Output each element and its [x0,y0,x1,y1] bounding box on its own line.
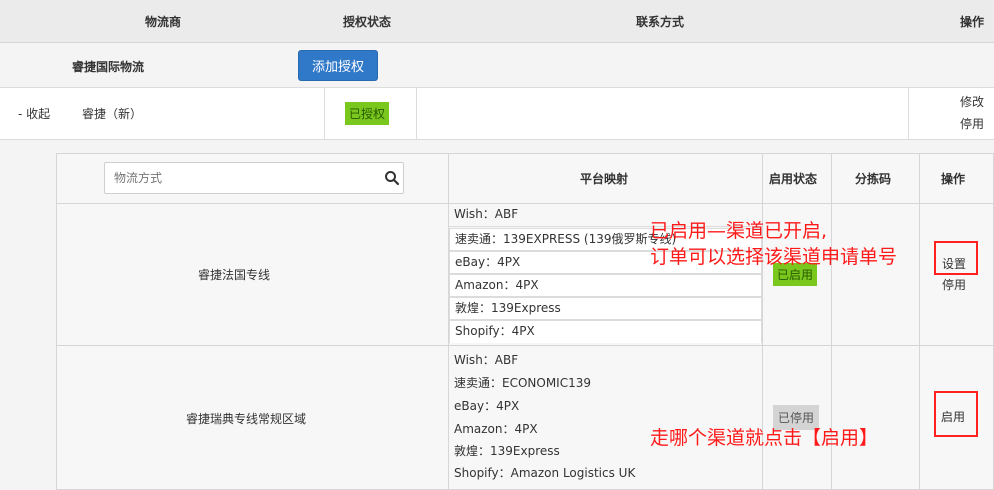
edit-link[interactable]: 修改 [960,93,984,110]
annotation-click-enable: 走哪个渠道就点击【启用】 [650,427,879,449]
header-carrier: 物流商 [145,15,182,29]
header-enable-status: 启用状态 [769,172,818,186]
header-sort-code: 分拣码 [855,172,892,186]
header-contact: 联系方式 [636,15,685,29]
shipping-method-search-input[interactable] [104,162,404,194]
mapping-cell: Shopify：4PX [449,320,762,343]
annotation-enabled-line2: 订单可以选择该渠道申请单号 [650,246,898,268]
disable-link[interactable]: 停用 [960,115,984,132]
column-divider [908,88,909,140]
column-divider [324,88,325,140]
highlight-box [934,241,978,275]
mapping-line: Shopify：Amazon Logistics UK [454,466,636,480]
disable-channel-link[interactable]: 停用 [942,276,966,293]
mapping-line: 速卖通：ECONOMIC139 [454,376,592,390]
account-name: 睿捷（新） [82,107,143,121]
provider-name: 睿捷国际物流 [72,60,145,74]
header-actions: 操作 [960,15,985,29]
annotation-enabled-line1: 已启用—渠道已开启, [650,220,828,242]
highlight-box [934,391,978,437]
table-header: 物流商 授权状态 联系方式 操作 [0,0,994,43]
row-divider [56,345,994,346]
collapse-link[interactable]: - 收起 [18,105,50,122]
channel-name: 睿捷瑞典专线常规区域 [186,412,307,426]
mapping-line: eBay：4PX [454,399,520,413]
channel-name: 睿捷法国专线 [198,268,271,282]
mapping-cell: Amazon：4PX [449,274,762,297]
header-actions-inner: 操作 [941,172,966,186]
search-icon[interactable] [384,170,400,186]
mapping-line: 敦煌：139Express [454,444,560,458]
authorized-badge: 已授权 [345,102,390,125]
mapping-line: Wish：ABF [454,353,519,367]
header-auth-status: 授权状态 [343,15,392,29]
provider-row: 睿捷国际物流 添加授权 [0,43,994,88]
mapping-cell: 敦煌：139Express [449,297,762,320]
add-authorization-button[interactable]: 添加授权 [298,50,378,81]
header-platform-mapping: 平台映射 [580,172,629,186]
mapping-line: Amazon：4PX [454,422,538,436]
column-divider [416,88,417,140]
account-row: - 收起 睿捷（新） 已授权 修改 停用 [0,88,994,140]
